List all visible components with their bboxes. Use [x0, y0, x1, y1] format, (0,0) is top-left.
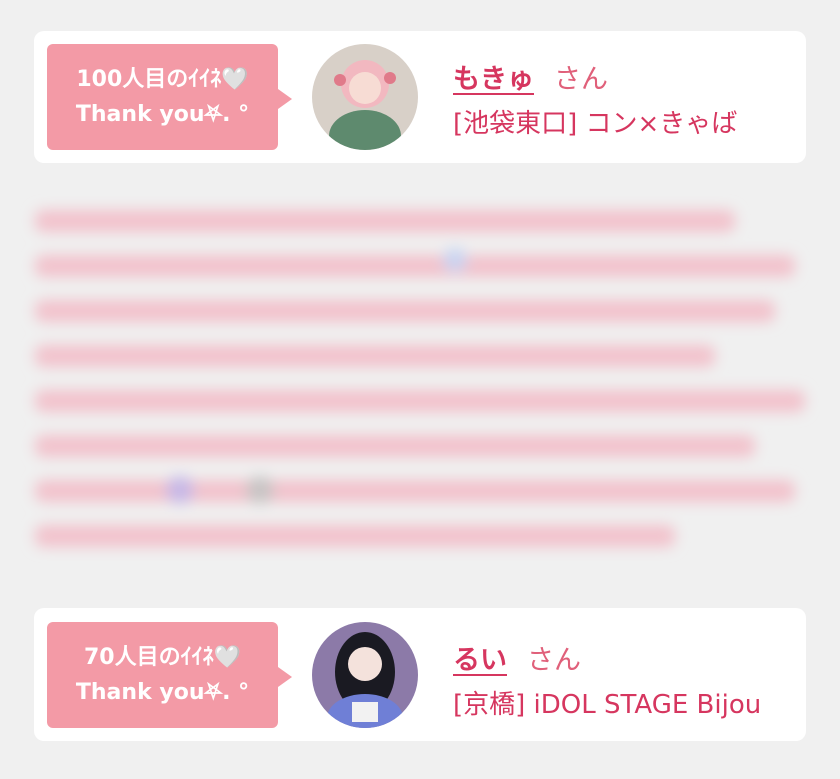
milestone-text: 100人目のｲｲﾈ🤍 [76, 67, 249, 92]
thanks-text: Thank you⛧. ° [75, 102, 250, 127]
like-milestone-bubble: 100人目のｲｲﾈ🤍 Thank you⛧. ° [47, 44, 292, 150]
likes-card-2: 70人目のｲｲﾈ🤍 Thank you⛧. ° るい さん [京橋] iDOL S… [34, 608, 806, 741]
avatar[interactable] [312, 44, 418, 150]
like-milestone-bubble: 70人目のｲｲﾈ🤍 Thank you⛧. ° [47, 622, 292, 728]
user-name-link[interactable]: もきゅ [453, 64, 534, 95]
user-name-line: るい さん [453, 638, 581, 677]
thanks-text: Thank you⛧. ° [75, 680, 250, 705]
likes-card-1: 100人目のｲｲﾈ🤍 Thank you⛧. ° もきゅ さん [池袋東口] コン… [34, 31, 806, 163]
user-name-link[interactable]: るい [453, 645, 507, 676]
avatar[interactable] [312, 622, 418, 728]
shop-name: [池袋東口] コン×きゃば [453, 109, 738, 139]
honorific: さん [527, 645, 581, 676]
user-name-line: もきゅ さん [453, 57, 608, 96]
blurred-content [20, 190, 820, 590]
honorific: さん [554, 64, 608, 95]
shop-name: [京橋] iDOL STAGE Bijou [453, 690, 762, 720]
milestone-text: 70人目のｲｲﾈ🤍 [83, 645, 241, 670]
